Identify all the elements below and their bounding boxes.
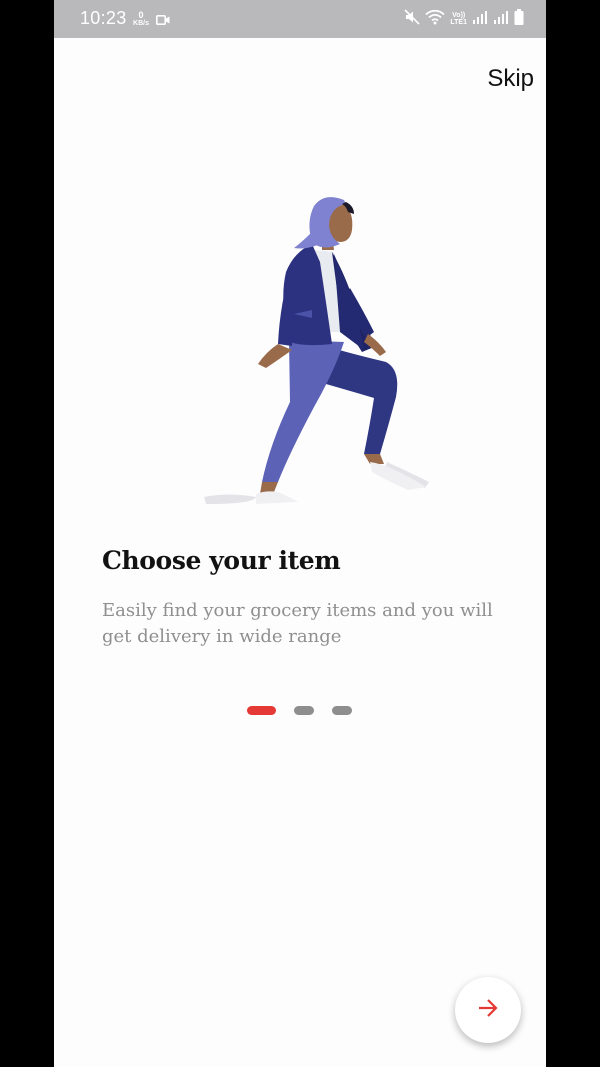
status-bar: 10:23 0 KB/s Vo)) LTE1 xyxy=(54,0,546,38)
signal-icon xyxy=(493,10,509,29)
volte-label: Vo)) xyxy=(452,12,466,19)
mute-icon xyxy=(404,8,420,30)
next-button[interactable] xyxy=(455,977,521,1043)
page-indicator xyxy=(247,705,352,715)
page-indicator-dot-active[interactable] xyxy=(247,705,276,715)
page-indicator-dot[interactable] xyxy=(332,705,352,715)
signal-icon xyxy=(472,10,488,29)
wifi-icon xyxy=(425,9,446,30)
arrow-right-icon xyxy=(477,998,499,1023)
lte-label: LTE1 xyxy=(450,19,467,26)
volte-indicator: Vo)) LTE1 xyxy=(450,12,467,26)
status-icons: Vo)) LTE1 xyxy=(404,8,524,30)
page-indicator-dot[interactable] xyxy=(294,705,314,715)
battery-icon xyxy=(514,8,524,30)
onboarding-illustration xyxy=(194,192,444,512)
video-camera-icon xyxy=(156,13,170,31)
status-time: 10:23 xyxy=(80,8,127,28)
network-speed-value: 0 xyxy=(138,10,144,20)
skip-button[interactable]: Skip xyxy=(454,60,534,100)
network-speed: 0 KB/s xyxy=(132,10,150,28)
onboarding-description: Easily find your grocery items and you w… xyxy=(102,600,493,647)
app-screen: 10:23 0 KB/s Vo)) LTE1 Skip Choose your … xyxy=(54,0,546,1067)
onboarding-title: Choose your item xyxy=(102,546,341,575)
network-speed-unit: KB/s xyxy=(133,20,149,27)
